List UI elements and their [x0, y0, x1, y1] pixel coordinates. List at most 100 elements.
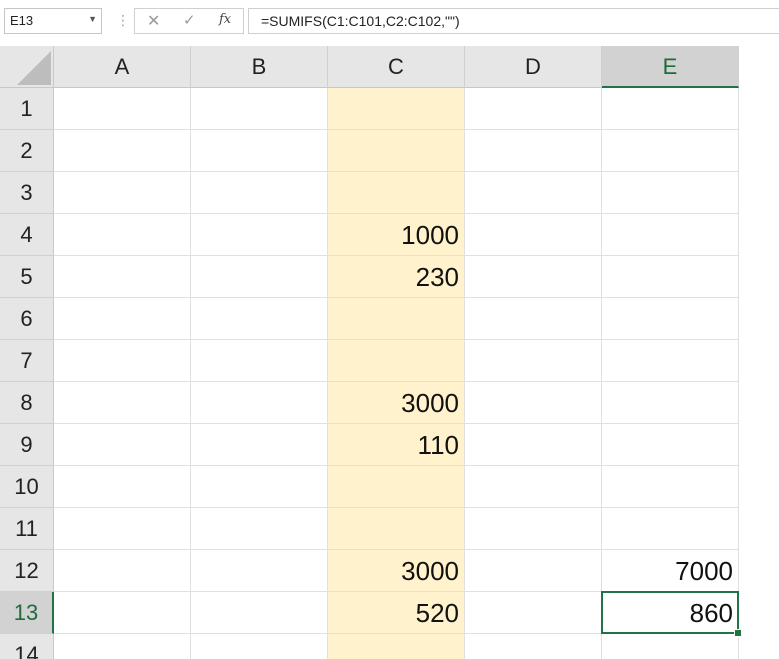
- cell-b4[interactable]: [191, 214, 328, 256]
- cell-c14[interactable]: [328, 634, 465, 659]
- cell-c2[interactable]: [328, 130, 465, 172]
- cell-c13[interactable]: 520: [328, 592, 465, 634]
- cell-b5[interactable]: [191, 256, 328, 298]
- worksheet-grid: A B C D E 1 2 3 4 1000 5 230 6 7 8 3000 9 110 10 11 12 3000 70…: [0, 46, 779, 659]
- close-icon[interactable]: ✕: [147, 11, 160, 31]
- cell-e3[interactable]: [602, 172, 739, 214]
- row-header-6[interactable]: 6: [0, 298, 54, 340]
- cell-a3[interactable]: [54, 172, 191, 214]
- cell-c9[interactable]: 110: [328, 424, 465, 466]
- row-header-10[interactable]: 10: [0, 466, 54, 508]
- cell-d13[interactable]: [465, 592, 602, 634]
- cell-e2[interactable]: [602, 130, 739, 172]
- row-header-7[interactable]: 7: [0, 340, 54, 382]
- cell-a12[interactable]: [54, 550, 191, 592]
- cell-c6[interactable]: [328, 298, 465, 340]
- cell-b9[interactable]: [191, 424, 328, 466]
- row-header-1[interactable]: 1: [0, 88, 54, 130]
- cell-a10[interactable]: [54, 466, 191, 508]
- cell-a6[interactable]: [54, 298, 191, 340]
- row-header-14[interactable]: 14: [0, 634, 54, 659]
- cell-d12[interactable]: [465, 550, 602, 592]
- cell-c1[interactable]: [328, 88, 465, 130]
- cell-c5[interactable]: 230: [328, 256, 465, 298]
- cell-c12[interactable]: 3000: [328, 550, 465, 592]
- chevron-down-icon[interactable]: ▼: [88, 14, 97, 24]
- cell-b14[interactable]: [191, 634, 328, 659]
- cell-d10[interactable]: [465, 466, 602, 508]
- fill-handle[interactable]: [734, 629, 742, 637]
- cell-d6[interactable]: [465, 298, 602, 340]
- select-all-button[interactable]: [0, 46, 54, 88]
- cell-b2[interactable]: [191, 130, 328, 172]
- cell-e8[interactable]: [602, 382, 739, 424]
- row-header-9[interactable]: 9: [0, 424, 54, 466]
- cell-e10[interactable]: [602, 466, 739, 508]
- formula-bar: E13 ▼ ⋮ ✕ ✓ fx =SUMIFS(C1:C101,C2:C102,"…: [0, 0, 779, 46]
- cell-e7[interactable]: [602, 340, 739, 382]
- cell-b11[interactable]: [191, 508, 328, 550]
- cell-e1[interactable]: [602, 88, 739, 130]
- cell-c3[interactable]: [328, 172, 465, 214]
- cell-a7[interactable]: [54, 340, 191, 382]
- cell-e4[interactable]: [602, 214, 739, 256]
- column-header-e[interactable]: E: [602, 46, 739, 88]
- cell-d4[interactable]: [465, 214, 602, 256]
- cell-d3[interactable]: [465, 172, 602, 214]
- cell-c4[interactable]: 1000: [328, 214, 465, 256]
- row-header-11[interactable]: 11: [0, 508, 54, 550]
- name-box[interactable]: E13 ▼: [4, 8, 102, 34]
- cell-d11[interactable]: [465, 508, 602, 550]
- row-header-4[interactable]: 4: [0, 214, 54, 256]
- column-header-a[interactable]: A: [54, 46, 191, 88]
- cell-a11[interactable]: [54, 508, 191, 550]
- cell-e9[interactable]: [602, 424, 739, 466]
- cell-d7[interactable]: [465, 340, 602, 382]
- cell-d5[interactable]: [465, 256, 602, 298]
- cell-e14[interactable]: [602, 634, 739, 659]
- cell-a13[interactable]: [54, 592, 191, 634]
- cell-b10[interactable]: [191, 466, 328, 508]
- formula-input[interactable]: =SUMIFS(C1:C101,C2:C102,""): [248, 8, 779, 34]
- cell-c11[interactable]: [328, 508, 465, 550]
- column-header-b[interactable]: B: [191, 46, 328, 88]
- cell-a8[interactable]: [54, 382, 191, 424]
- cell-b7[interactable]: [191, 340, 328, 382]
- cell-e5[interactable]: [602, 256, 739, 298]
- cell-d14[interactable]: [465, 634, 602, 659]
- cell-b3[interactable]: [191, 172, 328, 214]
- column-header-d[interactable]: D: [465, 46, 602, 88]
- cell-d1[interactable]: [465, 88, 602, 130]
- cell-e13[interactable]: 860: [602, 592, 739, 634]
- cell-c10[interactable]: [328, 466, 465, 508]
- cell-e11[interactable]: [602, 508, 739, 550]
- cell-b8[interactable]: [191, 382, 328, 424]
- cell-a5[interactable]: [54, 256, 191, 298]
- cell-a14[interactable]: [54, 634, 191, 659]
- cell-b13[interactable]: [191, 592, 328, 634]
- row-header-2[interactable]: 2: [0, 130, 54, 172]
- cell-a9[interactable]: [54, 424, 191, 466]
- row-header-3[interactable]: 3: [0, 172, 54, 214]
- row-header-5[interactable]: 5: [0, 256, 54, 298]
- cell-d9[interactable]: [465, 424, 602, 466]
- cell-e12[interactable]: 7000: [602, 550, 739, 592]
- cell-c7[interactable]: [328, 340, 465, 382]
- formula-text: =SUMIFS(C1:C101,C2:C102,""): [261, 13, 460, 29]
- cell-a4[interactable]: [54, 214, 191, 256]
- row-header-8[interactable]: 8: [0, 382, 54, 424]
- cell-a1[interactable]: [54, 88, 191, 130]
- cell-d2[interactable]: [465, 130, 602, 172]
- row-header-13[interactable]: 13: [0, 592, 54, 634]
- cell-c8[interactable]: 3000: [328, 382, 465, 424]
- cell-d8[interactable]: [465, 382, 602, 424]
- cell-b12[interactable]: [191, 550, 328, 592]
- cell-b6[interactable]: [191, 298, 328, 340]
- cell-a2[interactable]: [54, 130, 191, 172]
- row-header-12[interactable]: 12: [0, 550, 54, 592]
- fx-icon[interactable]: fx: [219, 12, 231, 27]
- cell-b1[interactable]: [191, 88, 328, 130]
- check-icon[interactable]: ✓: [183, 11, 196, 29]
- cell-e6[interactable]: [602, 298, 739, 340]
- column-header-c[interactable]: C: [328, 46, 465, 88]
